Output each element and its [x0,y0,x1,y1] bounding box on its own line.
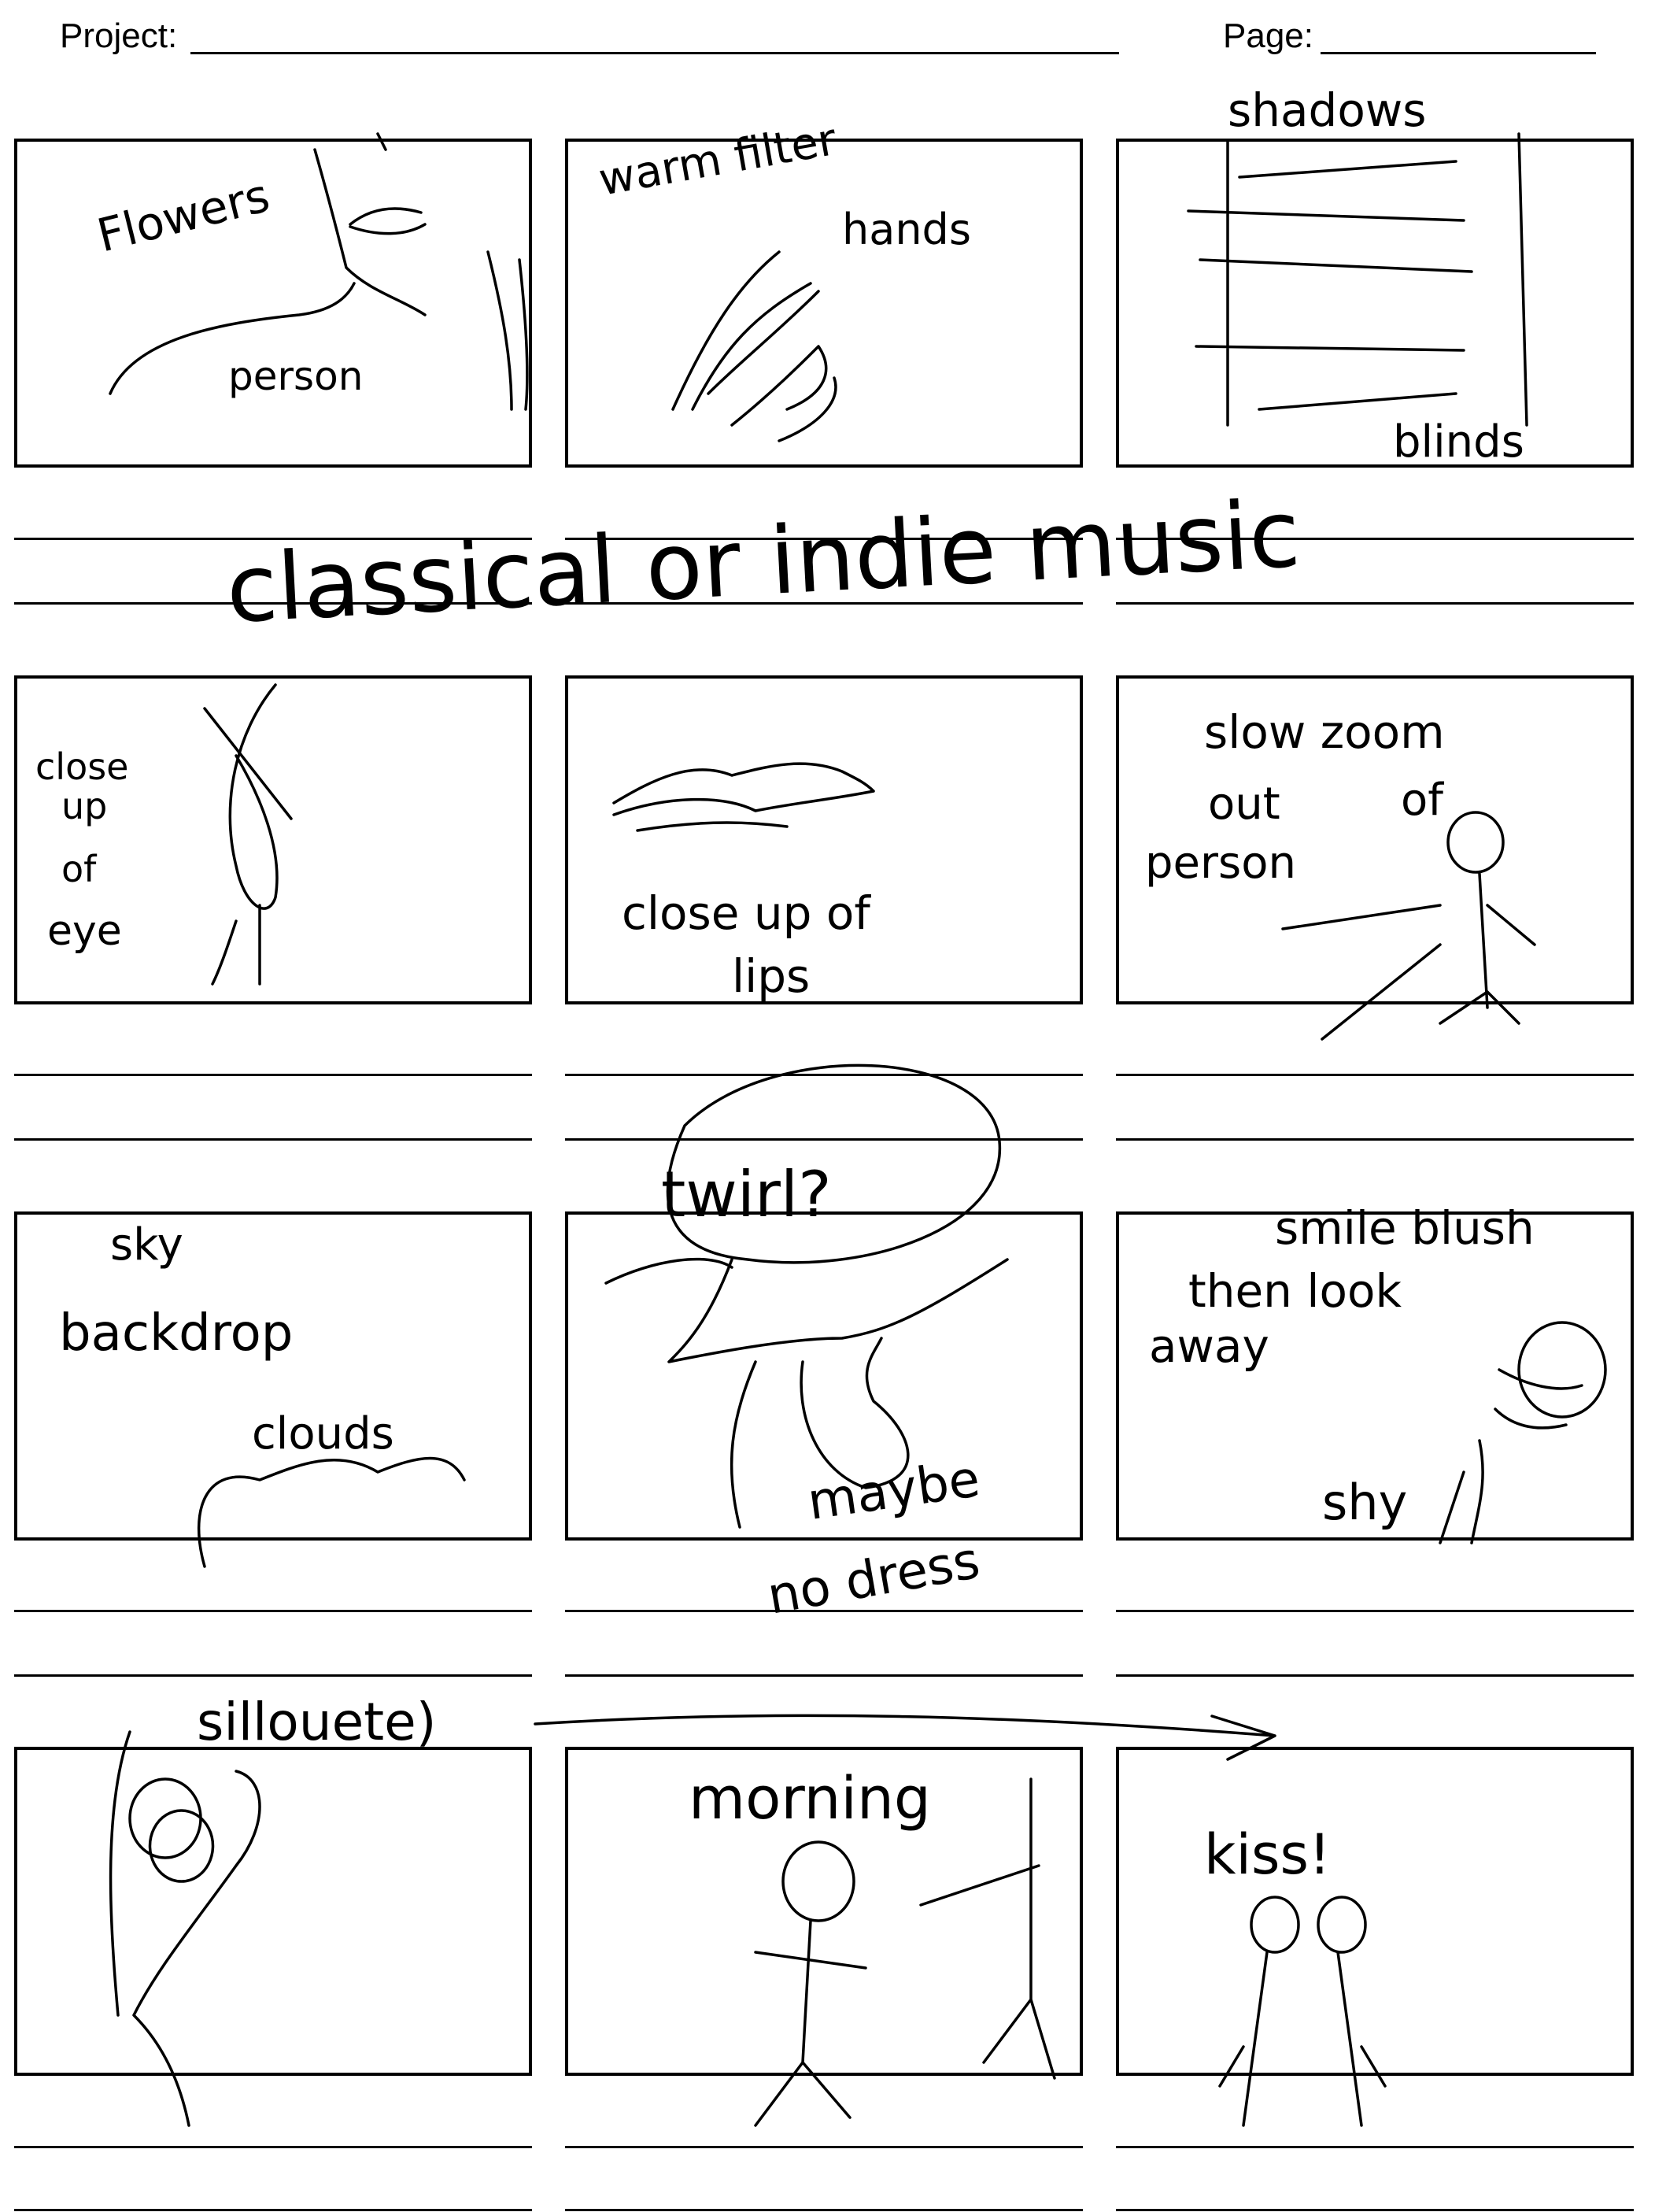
note-music: classical or indie music [223,479,1302,644]
storyboard-frame-7 [14,1211,532,1541]
page-field-line [1321,52,1596,54]
caption-line [1116,2209,1634,2211]
caption-line [1116,1138,1634,1141]
caption-line [565,1674,1083,1677]
caption-line [565,2209,1083,2211]
storyboard-frame-11 [565,1747,1083,2076]
caption-line [565,2146,1083,2148]
storyboard-frame-4 [14,675,532,1004]
caption-line [565,1138,1083,1141]
caption-line [1116,1074,1634,1076]
note-shadows: shadows [1228,83,1426,137]
caption-line [565,1610,1083,1612]
caption-line [1116,2146,1634,2148]
caption-line [14,2209,532,2211]
caption-line [565,1074,1083,1076]
storyboard-frame-5 [565,675,1083,1004]
caption-line [14,602,532,605]
caption-line [565,602,1083,605]
storyboard-frame-9 [1116,1211,1634,1541]
project-field-line [190,52,1119,54]
note-silhouette: sillouete) [197,1692,436,1752]
caption-line [1116,1674,1634,1677]
caption-line [14,1674,532,1677]
caption-line [14,538,532,540]
caption-line [14,1074,532,1076]
storyboard-frame-3 [1116,139,1634,468]
caption-line [1116,538,1634,540]
storyboard-frame-2 [565,139,1083,468]
storyboard-frame-10 [14,1747,532,2076]
caption-line [14,1138,532,1141]
storyboard-frame-1 [14,139,532,468]
caption-line [14,1610,532,1612]
page-label: Page: [1223,17,1313,55]
caption-line [1116,602,1634,605]
caption-line [565,538,1083,540]
storyboard-frame-12 [1116,1747,1634,2076]
caption-line [14,2146,532,2148]
project-label: Project: [60,17,178,55]
caption-line [1116,1610,1634,1612]
storyboard-frame-8 [565,1211,1083,1541]
storyboard-frame-6 [1116,675,1634,1004]
